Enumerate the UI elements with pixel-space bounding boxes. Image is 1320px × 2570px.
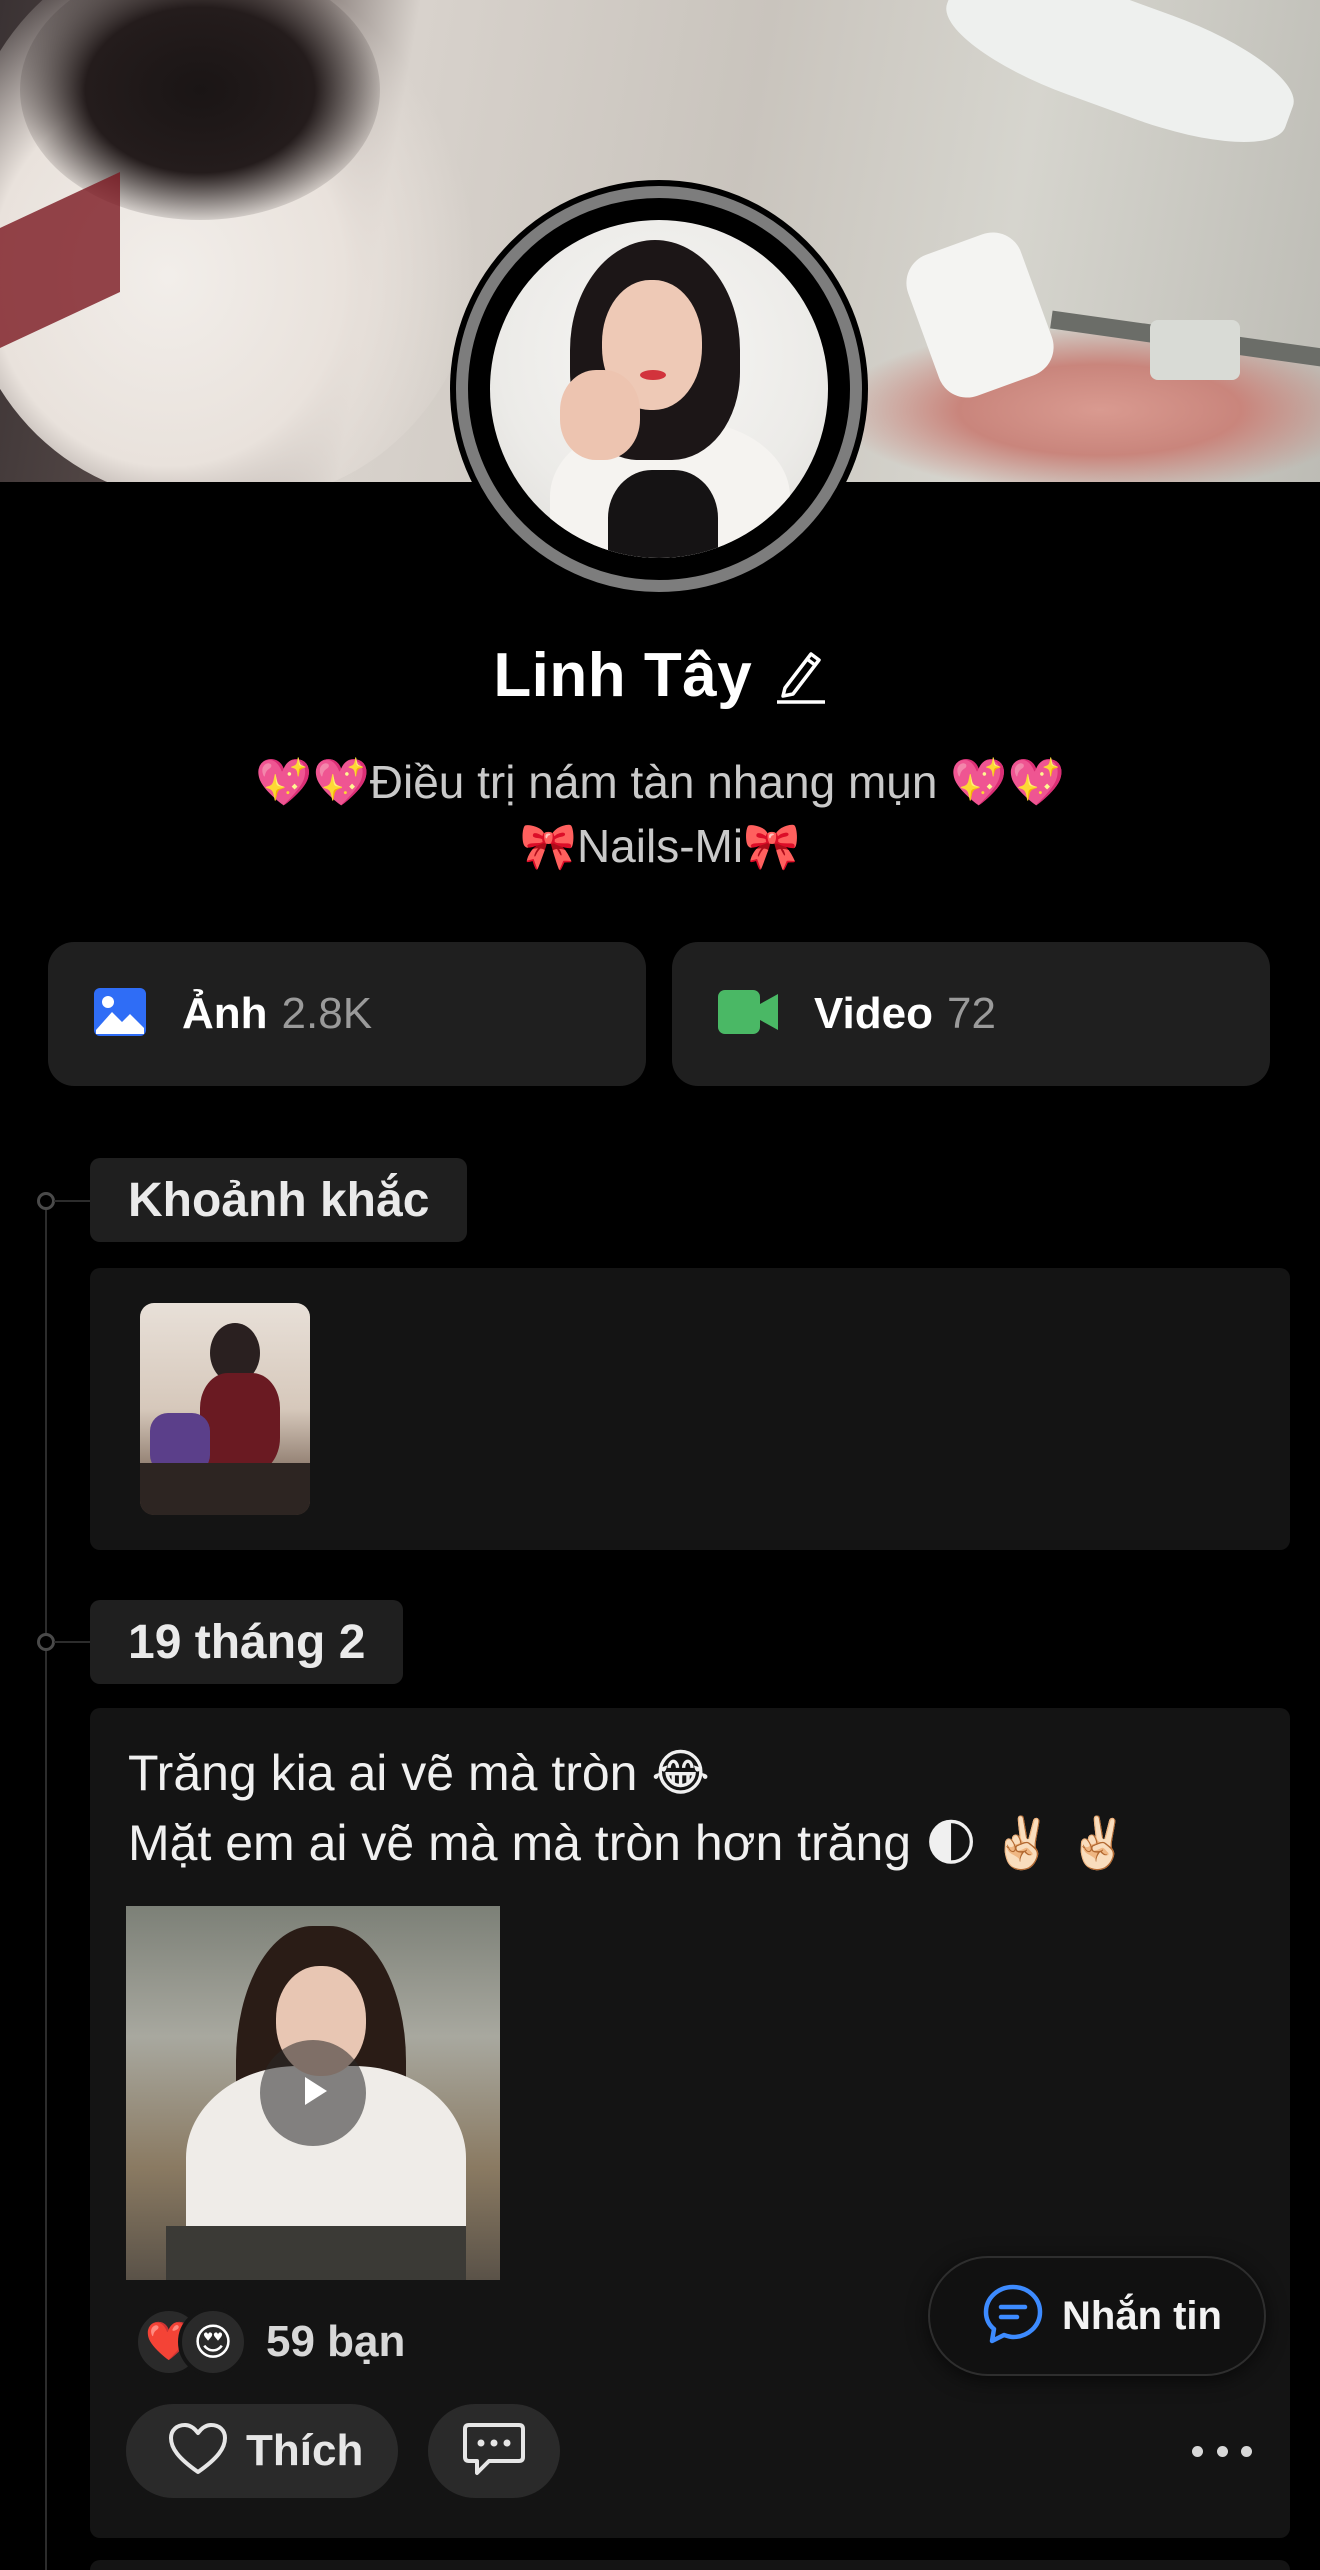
bio-line: 🎀Nails-Mi🎀 [519, 820, 801, 872]
pencil-edit-icon[interactable] [775, 646, 827, 706]
photos-label: Ảnh [182, 989, 268, 1038]
reaction-count: 59 bạn [266, 2317, 406, 2366]
timeline-tick [54, 1200, 94, 1202]
comment-button[interactable] [428, 2404, 560, 2498]
post-text: Trăng kia ai vẽ mà tròn 😂 Mặt em ai vẽ m… [128, 1738, 1129, 1878]
profile-name: Linh Tây [493, 641, 753, 710]
heart-eyes-reaction-icon: 😍 [178, 2307, 248, 2377]
post-text-line: Trăng kia ai vẽ mà tròn 😂 [128, 1745, 710, 1801]
videos-label: Video [814, 989, 934, 1038]
chat-bubble-icon [982, 2283, 1044, 2350]
timeline-dot [37, 1633, 55, 1651]
timeline-line [45, 1200, 47, 2570]
like-label: Thích [246, 2426, 364, 2475]
videos-count: 72 [947, 989, 996, 1038]
like-button[interactable]: Thích [126, 2404, 398, 2498]
play-button[interactable] [260, 2040, 366, 2146]
post-card: Trăng kia ai vẽ mà tròn 😂 Mặt em ai vẽ m… [90, 1708, 1290, 2538]
bio-line: 💖💖Điều trị nám tàn nhang mụn 💖💖 [255, 756, 1065, 808]
profile-bio: 💖💖Điều trị nám tàn nhang mụn 💖💖 🎀Nails-M… [180, 750, 1140, 878]
more-options-icon[interactable] [1192, 2438, 1252, 2464]
heart-icon [168, 2422, 228, 2481]
profile-name-row: Linh Tây [0, 640, 1320, 711]
video-camera-icon [716, 986, 780, 1043]
photos-count: 2.8K [281, 989, 373, 1038]
message-label: Nhắn tin [1062, 2293, 1222, 2338]
videos-button[interactable]: Video 72 [672, 942, 1270, 1086]
post-text-line: Mặt em ai vẽ mà mà tròn hơn trăng 🌓 ✌🏻 ✌… [128, 1815, 1130, 1871]
play-icon [293, 2071, 333, 2116]
timeline-dot [37, 1192, 55, 1210]
comment-icon [463, 2421, 525, 2482]
moments-card [90, 1268, 1290, 1550]
moment-thumbnail[interactable] [140, 1303, 310, 1515]
reactions-summary[interactable]: ❤️ 😍 59 bạn [134, 2306, 405, 2378]
next-post-card [90, 2560, 1290, 2570]
post-date: 19 tháng 2 [90, 1600, 404, 1684]
moments-heading: Khoảnh khắc [90, 1158, 468, 1242]
post-video-thumbnail[interactable] [126, 1906, 500, 2280]
avatar[interactable] [490, 220, 828, 558]
image-icon [92, 984, 148, 1045]
timeline-tick [54, 1641, 94, 1643]
photos-button[interactable]: Ảnh 2.8K [48, 942, 646, 1086]
message-button[interactable]: Nhắn tin [928, 2256, 1266, 2376]
